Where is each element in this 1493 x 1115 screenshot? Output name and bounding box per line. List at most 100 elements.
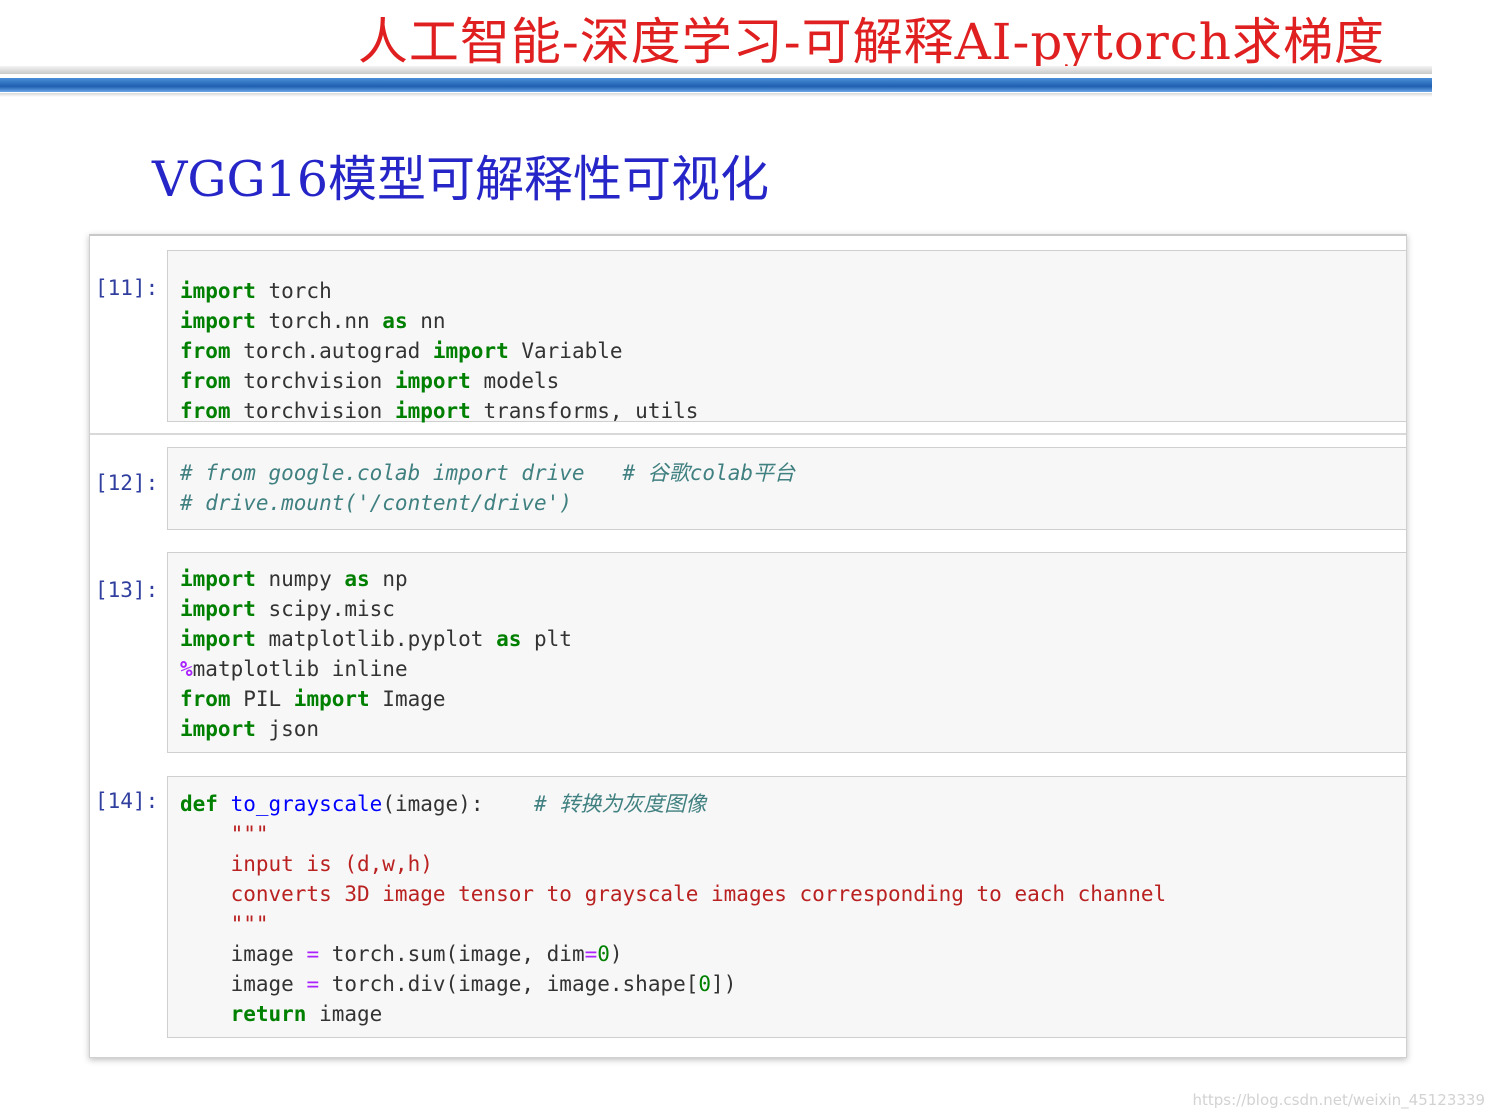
code-token: as [496, 627, 522, 651]
code-line: import torch.nn as nn [180, 306, 1394, 336]
code-token: = [584, 942, 598, 966]
code-cell-12[interactable]: [12]: # from google.colab import drive #… [90, 447, 1406, 530]
code-token: torch.div(image, image.shape[ [319, 972, 699, 996]
code-token: matplotlib inline [192, 657, 408, 681]
code-token: import [180, 597, 256, 621]
header-rule-blue [0, 78, 1432, 92]
code-token: torch.sum(image, dim [319, 942, 585, 966]
code-token: from [180, 399, 231, 423]
code-token: as [382, 309, 408, 333]
code-line: image = torch.div(image, image.shape[0]) [180, 969, 1394, 999]
code-token: numpy [255, 567, 345, 591]
code-token: # drive.mount('/content/drive') [180, 491, 572, 515]
code-line: input is (d,w,h) [180, 849, 1394, 879]
cell-input-area[interactable]: def to_grayscale(image): # 转换为灰度图像 """ i… [167, 776, 1406, 1038]
code-token: plt [521, 627, 572, 651]
code-token: from [180, 687, 231, 711]
code-block: import numpy as np import scipy.misc impor… [180, 564, 1394, 744]
code-token: torch [255, 279, 332, 303]
code-token: as [344, 567, 370, 591]
code-token: 0 [698, 972, 712, 996]
code-token: """ [180, 822, 269, 846]
code-cell-11[interactable]: [11]: import torch import torch.nn as nn f… [90, 250, 1406, 423]
code-token: PIL [230, 687, 294, 711]
code-token: image [180, 942, 307, 966]
code-line: image = torch.sum(image, dim=0) [180, 939, 1394, 969]
code-token: 0 [597, 942, 610, 966]
code-token: import [180, 567, 256, 591]
cell-prompt: [14]: [95, 789, 159, 813]
code-line: from torchvision import transforms, util… [180, 396, 1394, 426]
code-token: % [180, 657, 193, 681]
code-token: return [230, 1002, 307, 1026]
cell-divider [90, 433, 1406, 435]
code-token: ]) [711, 972, 737, 996]
code-token: import [180, 309, 256, 333]
code-token: torch.autograd [230, 339, 433, 363]
code-line: from PIL import Image [180, 684, 1394, 714]
code-token: from [180, 369, 231, 393]
code-token: def [180, 792, 218, 816]
code-line: from torch.autograd import Variable [180, 336, 1394, 366]
code-token: ) [609, 942, 623, 966]
header-rule-shadow [0, 93, 1432, 97]
notebook-screenshot: [11]: import torch import torch.nn as nn f… [89, 234, 1407, 1058]
code-block: # from google.colab import drive # 谷歌col… [180, 458, 1394, 518]
code-line: return image [180, 999, 1394, 1029]
header-rule-light [0, 66, 1432, 74]
code-cell-14[interactable]: [14]: def to_grayscale(image): # 转换为灰度图像… [90, 776, 1406, 1038]
code-token: scipy.misc [255, 597, 395, 621]
code-token: image [306, 1002, 383, 1026]
code-line: # from google.colab import drive # 谷歌col… [180, 458, 1394, 488]
code-token: input is (d,w,h) [180, 852, 433, 876]
code-token: torchvision [230, 369, 395, 393]
code-token: import [180, 717, 256, 741]
slide-heading: VGG16模型可解释性可视化 [152, 151, 770, 208]
code-token: Image [369, 687, 446, 711]
code-token: models [470, 369, 560, 393]
code-token: converts 3D image tensor to grayscale im… [180, 882, 1167, 906]
code-token: json [255, 717, 320, 741]
watermark: https://blog.csdn.net/weixin_45123339 [1192, 1091, 1485, 1109]
slide-title: 人工智能-深度学习-可解释AI-pytorch求梯度 [357, 13, 1385, 71]
cell-prompt: [11]: [95, 276, 159, 300]
code-token: image [180, 972, 307, 996]
code-cell-13[interactable]: [13]: import numpy as np import scipy.mis… [90, 552, 1406, 753]
code-token: torch.nn [255, 309, 383, 333]
code-token: """ [180, 912, 269, 936]
code-token: import [394, 399, 471, 423]
code-token: # from google.colab import drive # 谷歌col… [180, 461, 796, 485]
cell-input-area[interactable]: import torch import torch.nn as nn from to… [167, 250, 1406, 423]
cell-input-area[interactable]: # from google.colab import drive # 谷歌col… [167, 447, 1406, 530]
code-token: Variable [508, 339, 623, 363]
code-line: import matplotlib.pyplot as plt [180, 624, 1394, 654]
code-token: import [432, 339, 509, 363]
code-block: def to_grayscale(image): # 转换为灰度图像 """ i… [180, 789, 1394, 1029]
code-line: %matplotlib inline [180, 654, 1394, 684]
code-token: from [180, 339, 231, 363]
code-token: matplotlib.pyplot [255, 627, 497, 651]
code-line: import json [180, 714, 1394, 744]
cell-prompt: [13]: [95, 578, 159, 602]
code-token: = [306, 942, 320, 966]
code-line: import torch [180, 276, 1394, 306]
code-line: def to_grayscale(image): # 转换为灰度图像 [180, 789, 1394, 819]
code-line: import numpy as np [180, 564, 1394, 594]
code-token: import [180, 627, 256, 651]
code-token: transforms, utils [470, 399, 699, 423]
code-line: converts 3D image tensor to grayscale im… [180, 879, 1394, 909]
code-token: import [394, 369, 471, 393]
code-token: nn [407, 309, 446, 333]
code-token: = [306, 972, 320, 996]
code-line: """ [180, 819, 1394, 849]
code-token: # 转换为灰度图像 [534, 792, 707, 816]
code-token: (image): [382, 792, 535, 816]
code-line: """ [180, 909, 1394, 939]
code-line: import scipy.misc [180, 594, 1394, 624]
code-line: from torchvision import models [180, 366, 1394, 396]
cell-prompt: [12]: [95, 471, 159, 495]
code-token: np [369, 567, 408, 591]
cell-input-area[interactable]: import numpy as np import scipy.misc impor… [167, 552, 1406, 753]
